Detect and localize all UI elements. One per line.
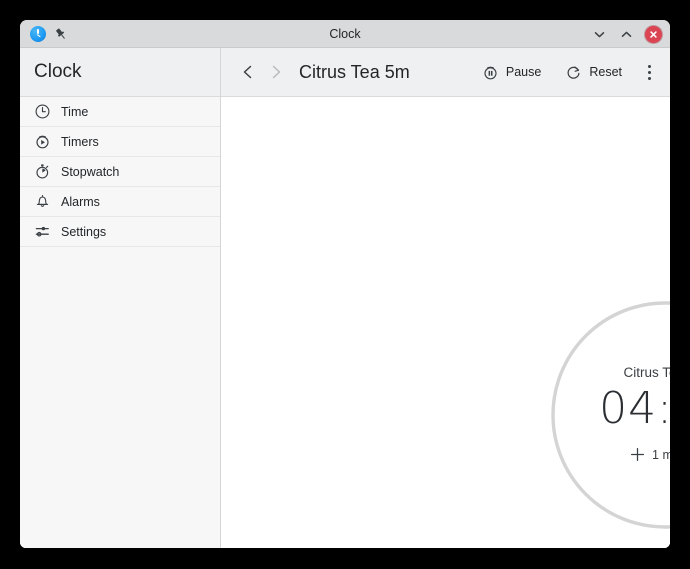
- close-icon: [650, 30, 657, 38]
- close-button[interactable]: [645, 25, 662, 43]
- stopwatch-icon: [34, 163, 51, 180]
- window-title: Clock: [329, 27, 361, 41]
- sidebar-app-title: Clock: [34, 61, 82, 82]
- sidebar-item-label: Stopwatch: [61, 164, 120, 179]
- page-title: Citrus Tea 5m: [299, 61, 410, 82]
- reset-button[interactable]: Reset: [559, 60, 628, 85]
- clock-app-icon: [30, 25, 46, 42]
- sidebar-header: Clock: [20, 48, 220, 97]
- sidebar-item-alarms[interactable]: Alarms: [20, 187, 220, 217]
- pause-circle-icon: [482, 64, 499, 81]
- window-titlebar[interactable]: Clock: [20, 20, 670, 48]
- sidebar-item-time[interactable]: Time: [20, 97, 220, 127]
- timer-stage: Citrus Tea 5m 04:41 1 minute: [221, 97, 670, 548]
- bell-icon: [34, 193, 51, 210]
- sidebar-item-label: Timers: [61, 134, 99, 149]
- main-pane: Citrus Tea 5m Pause Reset Citrus T 04 1 …: [221, 48, 670, 548]
- minimize-button[interactable]: [591, 26, 608, 43]
- sidebar-item-settings[interactable]: Settings: [20, 217, 220, 247]
- clock-icon: [34, 103, 51, 120]
- window-controls: [591, 20, 662, 48]
- sidebar-item-label: Alarms: [61, 194, 100, 209]
- timer-center-content: Citrus Tea 5m 04:41 1 minute: [551, 301, 670, 529]
- pin-icon[interactable]: [54, 27, 68, 41]
- toolbar: Citrus Tea 5m Pause Reset: [221, 48, 670, 97]
- plus-icon: [630, 447, 645, 462]
- maximize-button[interactable]: [618, 26, 635, 43]
- overflow-menu-button[interactable]: [638, 59, 660, 85]
- add-minute-button[interactable]: 1 minute: [624, 444, 670, 465]
- chevron-right-icon: [272, 65, 281, 79]
- reset-circle-arrow-icon: [565, 64, 582, 81]
- pause-button[interactable]: Pause: [476, 60, 547, 85]
- chevron-left-icon: [243, 65, 252, 79]
- add-minute-label: 1 minute: [652, 447, 670, 462]
- pause-button-label: Pause: [505, 65, 542, 79]
- sidebar-item-label: Time: [61, 104, 89, 119]
- timer-name: Citrus Tea 5m: [623, 364, 670, 380]
- timer-readout: 04:41: [599, 382, 670, 434]
- sliders-icon: [34, 223, 51, 240]
- timer-play-icon: [34, 133, 51, 150]
- back-button[interactable]: [235, 59, 261, 85]
- sidebar: Clock Time Timers Stopwatch Alarms Setti…: [20, 48, 221, 548]
- desktop-background: Clock Clock Time Timers Stopwatch Alarms…: [0, 0, 690, 569]
- reset-button-label: Reset: [589, 65, 622, 79]
- sidebar-item-timers[interactable]: Timers: [20, 127, 220, 157]
- overflow-menu-icon: [647, 64, 651, 80]
- titlebar-left-controls: [26, 25, 68, 42]
- clock-application-window: Clock Clock Time Timers Stopwatch Alarms…: [20, 20, 670, 548]
- sidebar-item-label: Settings: [61, 224, 107, 239]
- window-body: Clock Time Timers Stopwatch Alarms Setti…: [20, 48, 670, 548]
- sidebar-item-stopwatch[interactable]: Stopwatch: [20, 157, 220, 187]
- forward-button[interactable]: [263, 59, 289, 85]
